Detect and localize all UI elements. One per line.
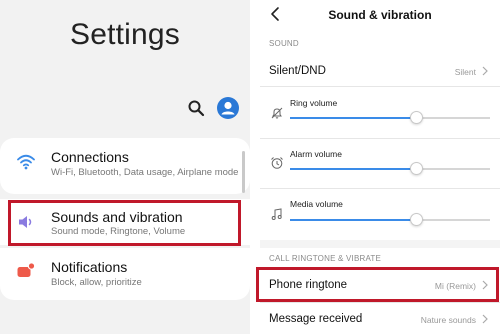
bell-muted-icon: [271, 107, 283, 119]
divider: [260, 86, 500, 87]
section-header-sound: SOUND: [269, 39, 299, 48]
highlight-box-sounds: [8, 200, 241, 246]
highlight-box-phone-ringtone: [256, 267, 499, 302]
section-gap: [260, 240, 500, 248]
media-volume-slider[interactable]: [290, 213, 490, 226]
divider: [260, 138, 500, 139]
divider: [260, 302, 500, 303]
slider-fill: [290, 117, 416, 119]
list-item-connections[interactable]: Connections Wi-Fi, Bluetooth, Data usage…: [0, 138, 250, 194]
music-note-icon: [271, 208, 282, 220]
list-item-label: Notifications: [51, 259, 128, 275]
search-icon[interactable]: [187, 99, 205, 117]
list-item-subtitle: Wi-Fi, Bluetooth, Data usage, Airplane m…: [51, 167, 239, 178]
slider-thumb[interactable]: [410, 111, 423, 124]
alarm-volume-slider[interactable]: [290, 162, 490, 175]
chevron-right-icon: [482, 314, 488, 324]
ring-volume-label: Ring volume: [290, 98, 338, 108]
alarm-clock-icon: [271, 157, 283, 169]
settings-panel: Settings Connections Wi-Fi, Bluetooth, D…: [0, 0, 250, 334]
silent-dnd-label: Silent/DND: [269, 65, 326, 77]
silent-dnd-value: Silent: [454, 67, 476, 77]
notification-icon: [17, 262, 36, 277]
alarm-volume-label: Alarm volume: [290, 149, 342, 159]
message-received-label: Message received: [269, 313, 363, 325]
message-received-value: Nature sounds: [420, 315, 476, 325]
list-item-label: Connections: [51, 149, 129, 165]
page-title: Sound & vibration: [328, 8, 432, 22]
section-header-call-ringtone: CALL RINGTONE & VIBRATE: [269, 254, 382, 263]
slider-thumb[interactable]: [410, 162, 423, 175]
chevron-right-icon: [482, 66, 488, 76]
panel-footer: [0, 303, 250, 334]
slider-thumb[interactable]: [410, 213, 423, 226]
slider-fill: [290, 219, 416, 221]
page-title: Settings: [70, 18, 180, 51]
person-icon: [221, 101, 235, 115]
list-item-subtitle: Block, allow, prioritize: [51, 277, 142, 288]
divider: [260, 188, 500, 189]
media-volume-label: Media volume: [290, 199, 343, 209]
slider-fill: [290, 168, 416, 170]
wifi-icon: [17, 154, 35, 170]
list-item-notifications[interactable]: Notifications Block, allow, prioritize: [0, 248, 250, 300]
ring-volume-slider[interactable]: [290, 111, 490, 124]
account-avatar[interactable]: [217, 97, 239, 119]
scrollbar[interactable]: [242, 151, 245, 193]
